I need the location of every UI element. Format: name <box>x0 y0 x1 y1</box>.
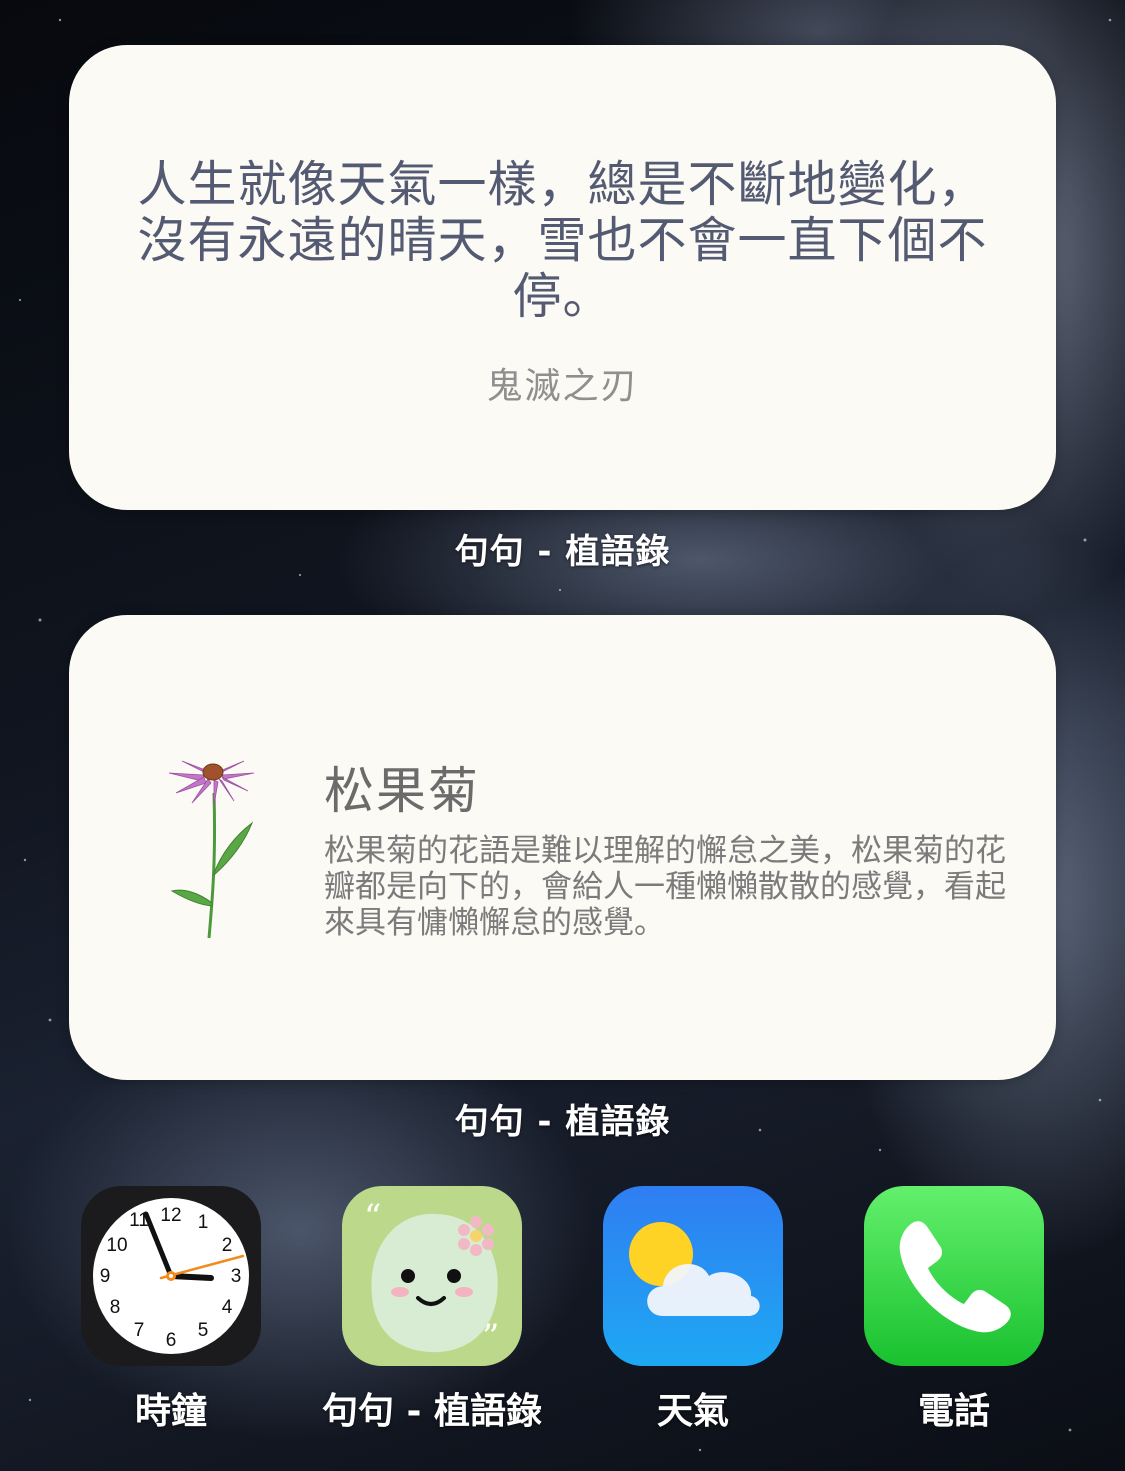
clock-number-9: 9 <box>100 1266 111 1287</box>
clock-number-7: 7 <box>134 1320 145 1341</box>
quotes-app[interactable]: “ ” 句句 - 植語錄 <box>322 1186 542 1432</box>
quote-widget[interactable]: 人生就像天氣一樣，總是不斷地變化，沒有永遠的晴天，雪也不會一直下個不停。 鬼滅之… <box>69 45 1056 510</box>
svg-text:“: “ <box>364 1197 381 1237</box>
weather-icon[interactable] <box>603 1186 783 1366</box>
phone-icon[interactable] <box>864 1186 1044 1366</box>
clock-number-2: 2 <box>222 1235 233 1256</box>
smiley-leaf-icon[interactable]: “ ” <box>342 1186 522 1366</box>
clock-number-6: 6 <box>166 1330 177 1351</box>
weather-app[interactable]: 天氣 <box>603 1186 783 1432</box>
quote-text: 人生就像天氣一樣，總是不斷地變化，沒有永遠的晴天，雪也不會一直下個不停。 <box>137 156 988 325</box>
clock-number-3: 3 <box>231 1266 242 1287</box>
widget-caption-quote: 句句 - 植語錄 <box>454 532 671 572</box>
clock-number-10: 10 <box>106 1235 127 1256</box>
flower-name: 松果菊 <box>324 762 480 820</box>
clock-number-4: 4 <box>222 1297 233 1318</box>
flower-description: 松果菊的花語是難以理解的懈怠之美，松果菊的花瓣都是向下的，會給人一種懶懶散散的感… <box>324 833 1006 941</box>
clock-app[interactable]: 12 1 2 3 4 5 6 7 8 9 10 11 時鐘 <box>81 1186 261 1432</box>
coneflower-illustration <box>168 760 255 939</box>
clock-number-5: 5 <box>198 1320 209 1341</box>
flower-widget[interactable]: 松果菊 松果菊的花語是難以理解的懈怠之美，松果菊的花瓣都是向下的，會給人一種懶懶… <box>69 615 1056 1080</box>
clock-number-1: 1 <box>198 1212 209 1233</box>
clock-number-8: 8 <box>110 1297 121 1318</box>
phone-app[interactable]: 電話 <box>864 1186 1044 1432</box>
widget-caption-flower: 句句 - 植語錄 <box>454 1102 671 1142</box>
clock-number-12: 12 <box>160 1205 181 1226</box>
clock-icon[interactable]: 12 1 2 3 4 5 6 7 8 9 10 11 <box>81 1186 261 1366</box>
phone-app-label: 電話 <box>917 1391 990 1432</box>
quote-source: 鬼滅之刃 <box>486 366 639 407</box>
